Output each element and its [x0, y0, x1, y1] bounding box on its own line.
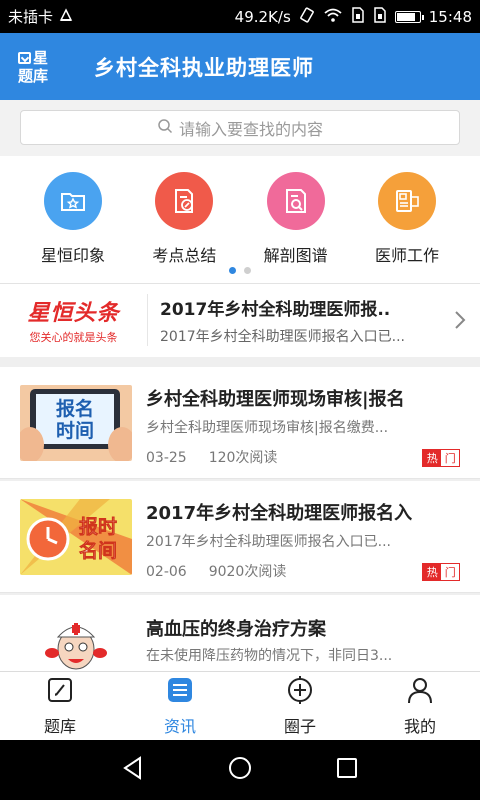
hot-badge: 热门: [422, 449, 460, 467]
svg-text:报时: 报时: [79, 515, 117, 538]
app-header: 星 题库 乡村全科执业助理医师: [0, 33, 480, 100]
news-icon: [165, 675, 195, 709]
news-item[interactable]: 高血压的终身治疗方案 在未使用降压药物的情况下，非同日3...: [0, 595, 480, 671]
category-xingheng-impression[interactable]: 星恒印象: [18, 172, 128, 266]
bottom-nav: 题库 资讯 圈子 我的: [0, 671, 480, 740]
battery-icon: [394, 10, 424, 23]
nav-community[interactable]: 圈子: [240, 672, 360, 740]
sim-icon: [351, 6, 365, 27]
headline-brand-logo: 星恒头条 您关心的就是头条: [0, 294, 148, 346]
search-icon: [157, 118, 173, 138]
document-search-icon: [266, 172, 325, 230]
plus-circle-icon: [285, 675, 315, 709]
svg-text:报名: 报名: [56, 397, 94, 420]
svg-text:时间: 时间: [56, 420, 94, 442]
news-date: 03-25: [146, 450, 187, 466]
page-title: 乡村全科执业助理医师: [94, 55, 314, 80]
sim2-icon: [373, 6, 387, 27]
chevron-right-icon: [440, 309, 480, 331]
news-summary: 2017年乡村全科助理医师报名入口已...: [146, 534, 391, 550]
app-logo: 星 题库: [18, 48, 49, 85]
search-placeholder: 请输入要查找的内容: [178, 119, 323, 139]
page-dot-2[interactable]: [244, 267, 251, 274]
doctor-cartoon-icon: [20, 609, 132, 671]
news-thumbnail: 报名 时间: [20, 385, 132, 461]
news-meta: 03-25 120次阅读: [146, 447, 277, 467]
news-date: 02-06: [146, 564, 187, 580]
nav-news[interactable]: 资讯: [120, 672, 240, 740]
news-meta: 02-06 9020次阅读: [146, 561, 286, 581]
headline-subtitle: 2017年乡村全科助理医师报名入口已...: [160, 328, 405, 345]
news-summary: 在未使用降压药物的情况下，非同日3...: [146, 648, 393, 664]
document-edit-icon: [155, 172, 214, 230]
notification-icon: [59, 7, 73, 26]
category-key-points[interactable]: 考点总结: [129, 172, 239, 266]
back-icon[interactable]: [120, 755, 146, 785]
news-summary: 乡村全科助理医师现场审核|报名缴费...: [146, 420, 389, 436]
hot-badge: 热门: [422, 563, 460, 581]
section-gap: [0, 357, 480, 367]
news-title: 2017年乡村全科助理医师报名入: [146, 503, 413, 524]
person-icon: [405, 675, 435, 709]
folder-star-icon: [44, 172, 102, 230]
page-indicator: [0, 267, 480, 274]
svg-text:名间: 名间: [79, 539, 117, 562]
news-title: 高血压的终身治疗方案: [146, 619, 326, 640]
system-nav-bar: [0, 740, 480, 800]
vibrate-icon: [299, 6, 315, 27]
id-card-icon: [377, 172, 436, 230]
wifi-icon: [323, 7, 343, 27]
home-icon[interactable]: [227, 755, 253, 785]
news-item[interactable]: 报名 时间 乡村全科助理医师现场审核|报名 乡村全科助理医师现场审核|报名缴费.…: [0, 367, 480, 479]
search-bar: 请输入要查找的内容: [0, 100, 480, 156]
headline-banner[interactable]: 星恒头条 您关心的就是头条 2017年乡村全科助理医师报.. 2017年乡村全科…: [0, 284, 480, 356]
news-reads: 120次阅读: [208, 450, 278, 466]
nav-profile[interactable]: 我的: [360, 672, 480, 740]
recents-icon[interactable]: [334, 755, 360, 785]
status-bar: 未插卡 49.2K/s 15:48: [0, 0, 480, 33]
category-grid: 星恒印象 考点总结 解剖图谱 医师工作: [0, 157, 480, 283]
category-physician-work[interactable]: 医师工作: [352, 172, 462, 266]
network-speed: 49.2K/s: [234, 7, 291, 26]
nav-question-bank[interactable]: 题库: [0, 672, 120, 740]
carrier-text: 未插卡: [8, 8, 54, 26]
news-thumbnail: 报时 名间: [20, 499, 132, 575]
page-dot-1[interactable]: [229, 267, 236, 274]
clock: 15:48: [428, 7, 472, 26]
news-title: 乡村全科助理医师现场审核|报名: [146, 389, 405, 410]
news-item[interactable]: 报时 名间 2017年乡村全科助理医师报名入 2017年乡村全科助理医师报名入口…: [0, 481, 480, 593]
search-input[interactable]: 请输入要查找的内容: [20, 110, 460, 145]
headline-title: 2017年乡村全科助理医师报..: [160, 299, 391, 320]
news-reads: 9020次阅读: [208, 564, 287, 580]
category-anatomy-atlas[interactable]: 解剖图谱: [241, 172, 351, 266]
edit-board-icon: [45, 675, 75, 709]
logo-check-icon: [18, 51, 31, 64]
